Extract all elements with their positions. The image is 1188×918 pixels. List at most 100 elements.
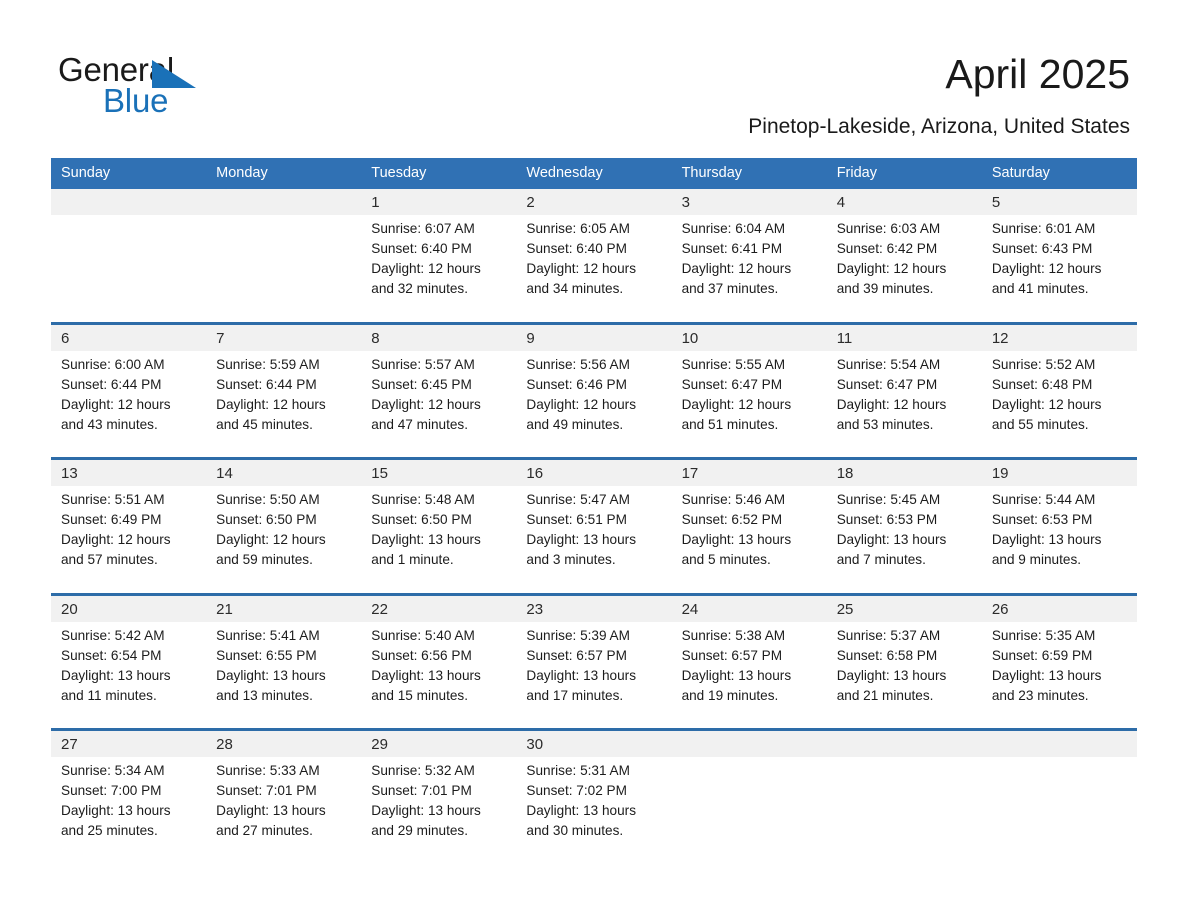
daylight-text-cont: and 53 minutes. (836, 416, 934, 432)
sunrise-text: Sunrise: 5:38 AM (681, 627, 786, 643)
day-cell[interactable]: Sunrise: 5:42 AM Sunset: 6:54 PM Daylight:… (51, 621, 207, 730)
day-cell[interactable]: Sunrise: 5:44 AM Sunset: 6:53 PM Daylight:… (981, 486, 1137, 594)
day-cell[interactable]: Sunrise: 5:34 AM Sunset: 7:00 PM Daylight:… (51, 757, 207, 865)
day-number[interactable]: 13 (51, 457, 207, 486)
day-cell[interactable]: Sunrise: 5:48 AM Sunset: 6:50 PM Daylight:… (361, 486, 517, 594)
day-number[interactable]: 26 (981, 592, 1137, 622)
daylight-text-cont: and 15 minutes. (371, 687, 469, 703)
weekday-header-row: Sunday Monday Tuesday Wednesday Thursday Frid… (51, 158, 1137, 189)
week-daynumber-row: 13 14 15 16 17 18 19 (51, 457, 1137, 486)
day-number[interactable]: 22 (361, 592, 517, 622)
day-number[interactable]: 21 (206, 592, 362, 622)
sunrise-text: Sunrise: 6:04 AM (681, 221, 786, 236)
daylight-text-cont: and 21 minutes. (836, 687, 934, 703)
day-cell[interactable]: Sunrise: 5:37 AM Sunset: 6:58 PM Daylight:… (826, 621, 982, 730)
day-number[interactable]: 9 (516, 321, 672, 351)
daylight-text-cont: and 55 minutes. (991, 416, 1089, 432)
week-detail-row: Sunrise: 5:34 AM Sunset: 7:00 PM Daylight:… (51, 757, 1137, 865)
week-daynumber-row: 12345 (51, 189, 1137, 215)
daylight-text: Daylight: 13 hours (991, 532, 1102, 547)
day-number[interactable]: 25 (826, 592, 982, 622)
day-number[interactable]: 8 (361, 321, 517, 351)
daylight-text: Daylight: 13 hours (371, 532, 481, 547)
day-number[interactable]: 20 (51, 592, 207, 622)
day-cell[interactable]: Sunrise: 5:33 AM Sunset: 7:01 PM Daylight:… (206, 757, 362, 865)
daylight-text: Daylight: 13 hours (61, 803, 171, 818)
day-number[interactable]: 17 (671, 457, 827, 486)
day-cell[interactable]: Sunrise: 6:03 AM Sunset: 6:42 PM Daylight:… (826, 215, 982, 323)
day-cell[interactable]: Sunrise: 5:59 AM Sunset: 6:44 PM Daylight:… (206, 350, 362, 459)
sunrise-text: Sunrise: 5:55 AM (681, 356, 786, 372)
sunrise-text: Sunrise: 6:03 AM (836, 221, 941, 236)
day-cell[interactable]: Sunrise: 5:40 AM Sunset: 6:56 PM Daylight:… (361, 621, 517, 730)
day-number[interactable]: 28 (206, 728, 362, 757)
day-number[interactable]: 14 (206, 457, 362, 486)
daylight-text-cont: and 1 minute. (371, 552, 454, 567)
sunset-text: Sunset: 6:40 PM (526, 241, 627, 256)
day-cell[interactable]: Sunrise: 5:38 AM Sunset: 6:57 PM Daylight:… (671, 621, 827, 730)
sunrise-text: Sunrise: 5:45 AM (836, 492, 941, 507)
daylight-text-cont: and 5 minutes. (681, 552, 771, 567)
week-detail-row: Sunrise: 6:07 AM Sunset: 6:40 PM Daylight:… (51, 215, 1137, 323)
day-number[interactable]: 24 (671, 592, 827, 622)
weekday-header-saturday: Saturday (981, 158, 1137, 189)
day-cell[interactable]: Sunrise: 5:55 AM Sunset: 6:47 PM Daylight:… (671, 350, 827, 459)
generalblue-logo: General Blue (58, 52, 318, 124)
day-cell[interactable]: Sunrise: 5:54 AM Sunset: 6:47 PM Daylight:… (826, 350, 982, 459)
sunrise-text: Sunrise: 5:40 AM (371, 627, 475, 643)
daylight-text-cont: and 30 minutes. (526, 823, 624, 838)
day-number[interactable]: 15 (361, 457, 517, 486)
day-number[interactable]: 10 (671, 321, 827, 351)
day-number[interactable]: 11 (826, 321, 982, 351)
day-cell[interactable]: Sunrise: 5:51 AM Sunset: 6:49 PM Daylight:… (51, 486, 207, 594)
day-number[interactable]: 7 (206, 321, 362, 351)
day-cell[interactable]: Sunrise: 5:32 AM Sunset: 7:01 PM Daylight:… (361, 757, 517, 865)
daylight-text-cont: and 17 minutes. (526, 687, 624, 703)
daylight-text: Daylight: 12 hours (61, 532, 171, 547)
day-number[interactable]: 4 (826, 189, 982, 215)
day-number[interactable]: 3 (671, 189, 827, 215)
day-cell[interactable]: Sunrise: 6:01 AM Sunset: 6:43 PM Daylight:… (981, 215, 1137, 323)
day-cell[interactable]: Sunrise: 5:52 AM Sunset: 6:48 PM Daylight:… (981, 350, 1137, 459)
page-header: General Blue April 2025 Pinetop-Lakeside… (0, 0, 1188, 150)
sunset-text: Sunset: 6:49 PM (61, 512, 162, 527)
day-cell[interactable]: Sunrise: 5:39 AM Sunset: 6:57 PM Daylight:… (516, 621, 672, 730)
day-number[interactable]: 6 (51, 321, 207, 351)
daylight-text-cont: and 34 minutes. (526, 281, 624, 296)
day-cell[interactable]: Sunrise: 5:50 AM Sunset: 6:50 PM Daylight:… (206, 486, 362, 594)
day-cell[interactable]: Sunrise: 5:31 AM Sunset: 7:02 PM Daylight:… (516, 757, 672, 865)
day-number[interactable]: 16 (516, 457, 672, 486)
day-cell[interactable]: Sunrise: 6:05 AM Sunset: 6:40 PM Daylight:… (516, 215, 672, 323)
day-cell[interactable]: Sunrise: 5:45 AM Sunset: 6:53 PM Daylight:… (826, 486, 982, 594)
daylight-text: Daylight: 12 hours (681, 261, 792, 276)
day-number[interactable]: 12 (981, 321, 1137, 351)
day-cell[interactable]: Sunrise: 6:07 AM Sunset: 6:40 PM Daylight:… (361, 215, 517, 323)
sunrise-text: Sunrise: 5:33 AM (216, 763, 320, 778)
day-cell[interactable]: Sunrise: 5:56 AM Sunset: 6:46 PM Daylight:… (516, 350, 672, 459)
sunrise-text: Sunrise: 6:01 AM (991, 221, 1096, 236)
daylight-text-cont: and 47 minutes. (371, 416, 469, 432)
daylight-text: Daylight: 12 hours (836, 261, 947, 276)
daylight-text: Daylight: 13 hours (526, 532, 636, 547)
sunrise-text: Sunrise: 5:39 AM (526, 627, 630, 643)
day-number[interactable]: 2 (516, 189, 672, 215)
day-cell[interactable]: Sunrise: 5:46 AM Sunset: 6:52 PM Daylight:… (671, 486, 827, 594)
day-number[interactable]: 27 (51, 728, 207, 757)
day-cell[interactable]: Sunrise: 5:57 AM Sunset: 6:45 PM Daylight:… (361, 350, 517, 459)
day-number[interactable]: 30 (516, 728, 672, 757)
day-number[interactable]: 19 (981, 457, 1137, 486)
day-cell[interactable]: Sunrise: 5:35 AM Sunset: 6:59 PM Daylight:… (981, 621, 1137, 730)
daylight-text-cont: and 23 minutes. (991, 687, 1089, 703)
daylight-text: Daylight: 12 hours (371, 261, 481, 276)
day-number[interactable]: 1 (361, 189, 517, 215)
sunset-text: Sunset: 6:43 PM (991, 241, 1093, 256)
day-number[interactable]: 29 (361, 728, 517, 757)
day-cell[interactable]: Sunrise: 5:41 AM Sunset: 6:55 PM Daylight:… (206, 621, 362, 730)
day-cell[interactable]: Sunrise: 5:47 AM Sunset: 6:51 PM Daylight:… (516, 486, 672, 594)
day-number[interactable]: 23 (516, 592, 672, 622)
daylight-text-cont: and 27 minutes. (216, 823, 313, 838)
day-number[interactable]: 5 (981, 189, 1137, 215)
day-number[interactable]: 18 (826, 457, 982, 486)
day-cell[interactable]: Sunrise: 6:00 AM Sunset: 6:44 PM Daylight:… (51, 350, 207, 459)
day-cell[interactable]: Sunrise: 6:04 AM Sunset: 6:41 PM Daylight:… (671, 215, 827, 323)
